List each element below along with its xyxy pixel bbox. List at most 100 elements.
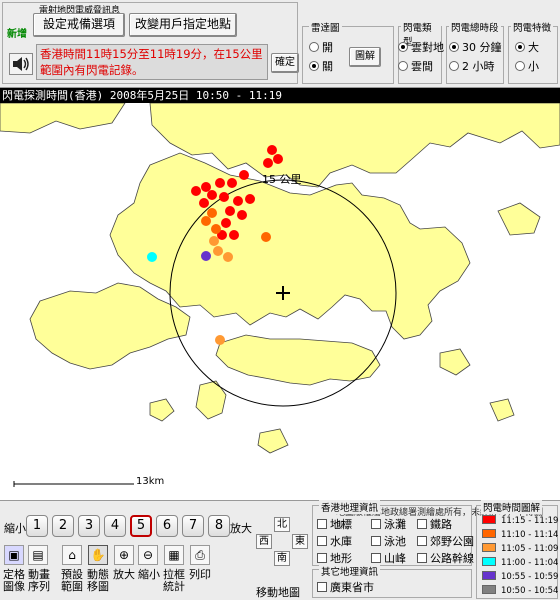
zoom-out-tool-button[interactable]: ⊖ [138,545,158,565]
lightning-strike [261,232,271,242]
land-island-south2 [257,428,289,454]
lightning-strike [223,252,233,262]
geo-info-label: 香港地理資訊 [319,500,381,514]
animation-icon: ▤ [32,548,44,562]
home-icon: ⌂ [68,548,76,562]
zoom-level-5[interactable]: 5 [130,515,152,537]
lightning-strike [201,182,211,192]
railway-checkbox[interactable]: 鐵路 [417,516,452,532]
pan-east-button[interactable]: 東 [292,534,308,549]
lightning-strike [219,192,229,202]
pan-west-button[interactable]: 西 [256,534,272,549]
legend-row: 11:15 - 11:19 [482,515,558,526]
radar-label: 雷達圖 [309,20,342,34]
country-park-checkbox[interactable]: 郊野公園 [417,533,474,549]
alert-settings-button[interactable]: 設定戒備選項 [33,13,125,37]
lightning-strike [215,335,225,345]
stats-icon: ▦ [168,548,180,562]
print-label: 列印 [189,568,211,581]
zoom-in-icon: ⊕ [118,548,130,562]
new-tag: 新增 [7,29,27,40]
box-stats-button[interactable]: ▦ [164,545,184,565]
land-island-southeast [489,398,515,422]
pan-south-button[interactable]: 南 [274,551,290,566]
land-island-lamma [195,380,227,420]
legend-swatch [482,585,496,594]
lightning-strike [237,210,247,220]
zoom-level-3[interactable]: 3 [78,515,100,537]
lightning-strike [273,154,283,164]
zoom-level-4[interactable]: 4 [104,515,126,537]
beach-checkbox[interactable]: 泳灘 [371,516,406,532]
time-30min-radio[interactable]: 30 分鐘 [449,39,502,55]
zoom-level-8[interactable]: 8 [208,515,230,537]
zoom-level-6[interactable]: 6 [156,515,178,537]
feature-large-radio[interactable]: 大 [515,39,539,55]
print-button[interactable]: ⎙ [190,545,210,565]
animation-label: 動畫序列 [28,568,50,593]
pan-map-label: 動態移圖 [87,568,109,593]
radar-legend-button[interactable]: 圖解 [349,47,381,67]
lightning-strike [215,178,225,188]
default-extent-label: 預設範圍 [61,568,83,593]
lightning-strike [207,190,217,200]
zoom-out-tool-label: 縮小 [138,568,160,581]
feature-small-radio[interactable]: 小 [515,58,539,74]
lightning-type-group: 閃電類型 雲對地 雲間 [398,20,444,84]
legend-swatch [482,515,496,524]
animation-button[interactable]: ▤ [28,545,48,565]
freeze-frame-label: 定格圖像 [3,568,25,593]
cloud-cloud-radio[interactable]: 雲間 [398,58,433,74]
confirm-button[interactable]: 確定 [271,53,299,73]
lightning-strike [227,178,237,188]
land-island-east [439,348,471,376]
speaker-button[interactable] [9,53,33,75]
hand-icon: ✋ [90,548,106,562]
pan-map-button[interactable]: ✋ [88,545,108,565]
zoom-level-1[interactable]: 1 [26,515,48,537]
time-2hr-radio[interactable]: 2 小時 [449,58,495,74]
change-location-button[interactable]: 改變用戶指定地點 [129,13,237,37]
legend-row: 11:00 - 11:04 [482,557,558,568]
cloud-ground-radio[interactable]: 雲對地 [398,39,444,55]
zoom-out-icon: ⊖ [142,548,154,562]
lightning-strike [211,224,221,234]
map-header: 閃電探測時間(香港) 2008年5月25日 10:50 - 11:19 [0,88,560,103]
alert-message: 香港時間11時15分至11時19分，在15公里範圍內有閃電記錄。 [36,44,268,80]
radar-on-radio[interactable]: 開 [309,39,333,55]
freeze-frame-button[interactable]: ▣ [4,545,24,565]
pool-checkbox[interactable]: 泳池 [371,533,406,549]
lightning-strike [209,236,219,246]
lightning-strike [201,216,211,226]
pan-dpad: 北 西 東 南 [256,517,308,569]
other-geo-label: 其它地理資訊 [319,564,381,578]
zoom-in-label: 放大 [230,522,252,535]
feature-label: 閃電特徵 [511,20,554,34]
legend-row: 10:55 - 10:59 [482,571,558,582]
zoom-in-tool-button[interactable]: ⊕ [114,545,134,565]
legend-row: 11:05 - 11:09 [482,543,558,554]
zoom-level-7[interactable]: 7 [182,515,204,537]
circle-radius-label: 15 公里 [262,173,302,186]
control-panel: 雷射地閃電威脅訊息 新增 設定戒備選項 改變用戶指定地點 香港時間11時15分至… [0,0,560,88]
zoom-out-label: 縮小 [4,522,26,535]
highway-checkbox[interactable]: 公路幹線 [417,550,474,566]
land-west [0,103,126,134]
bottom-toolbar: 地圖版權屬地政總署測繪處所有，未經許可，不得翻印。 縮小 1 2 3 4 5 6… [0,500,560,600]
lightning-strike [229,230,239,240]
time-span-label: 閃電總時段 [449,20,501,34]
pan-north-button[interactable]: 北 [274,517,290,532]
land-hk-island [215,334,381,386]
lightning-strike [199,198,209,208]
landmark-checkbox[interactable]: 地標 [317,516,352,532]
radar-off-radio[interactable]: 關 [309,58,333,74]
lightning-strike [213,246,223,256]
legend-label: 閃電時間圖解 [481,500,543,514]
zoom-level-2[interactable]: 2 [52,515,74,537]
lightning-strike [233,196,243,206]
lightning-map[interactable]: 15 公里 13km [0,103,560,500]
guangdong-cities-checkbox[interactable]: 廣東省市 [317,579,374,595]
lightning-strike [263,158,273,168]
reservoir-checkbox[interactable]: 水庫 [317,533,352,549]
default-extent-button[interactable]: ⌂ [62,545,82,565]
